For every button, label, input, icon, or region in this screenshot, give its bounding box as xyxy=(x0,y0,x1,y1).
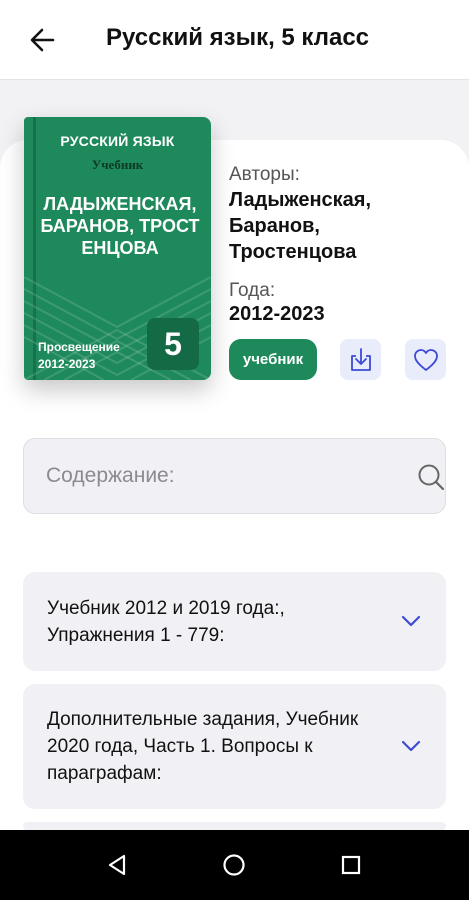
textbook-type-button[interactable]: учебник xyxy=(229,339,317,380)
search-icon[interactable] xyxy=(416,462,446,492)
years-value: 2012-2023 xyxy=(229,303,325,325)
page-title: Русский язык, 5 класс xyxy=(106,24,370,51)
section-title: Учебник 2012 и 2019 года:, Упражнения 1 … xyxy=(47,598,285,646)
cover-publisher: Просвещение xyxy=(38,340,120,354)
nav-recents-button[interactable] xyxy=(336,850,366,880)
contents-search xyxy=(23,438,446,514)
nav-recents-icon xyxy=(341,855,361,875)
cover-kind: Учебник xyxy=(91,157,144,172)
authors-value: Ладыженская, Баранов, Тростенцова xyxy=(229,189,372,263)
cover-grade-badge: 5 xyxy=(147,318,199,370)
section-item[interactable]: Дополнительные задания, Учебник 2020 год… xyxy=(23,684,446,809)
chevron-down-icon xyxy=(401,740,421,752)
nav-home-button[interactable] xyxy=(219,850,249,880)
cover-authors: ЛАДЫЖЕНСКАЯ, БАРАНОВ, ТРОСТЕНЦОВА xyxy=(40,194,200,258)
section-item[interactable] xyxy=(23,822,446,830)
back-button[interactable] xyxy=(24,22,60,58)
nav-back-icon xyxy=(108,854,126,876)
cover-publisher-block: Просвещение 2012-2023 xyxy=(38,339,148,373)
contents-search-input[interactable] xyxy=(46,459,376,493)
authors-label: Авторы: xyxy=(229,164,300,185)
section-title: Дополнительные задания, Учебник 2020 год… xyxy=(47,709,359,784)
chevron-down-icon xyxy=(401,615,421,627)
system-navigation-bar xyxy=(0,830,469,900)
section-item[interactable]: Учебник 2012 и 2019 года:, Упражнения 1 … xyxy=(23,572,446,671)
favorite-button[interactable] xyxy=(405,339,446,380)
download-icon xyxy=(350,347,371,371)
nav-back-button[interactable] xyxy=(102,850,132,880)
nav-home-icon xyxy=(223,854,245,876)
years-label: Года: xyxy=(229,280,276,301)
download-button[interactable] xyxy=(340,339,381,380)
cover-subject: РУССКИЙ ЯЗЫК xyxy=(60,133,175,149)
cover-years: 2012-2023 xyxy=(38,357,96,371)
book-cover: РУССКИЙ ЯЗЫК Учебник ЛАДЫЖЕНСКАЯ, БАРАНО… xyxy=(24,117,211,380)
arrow-left-icon xyxy=(30,28,55,52)
heart-icon xyxy=(413,348,438,371)
app-bar: Русский язык, 5 класс xyxy=(0,0,469,80)
